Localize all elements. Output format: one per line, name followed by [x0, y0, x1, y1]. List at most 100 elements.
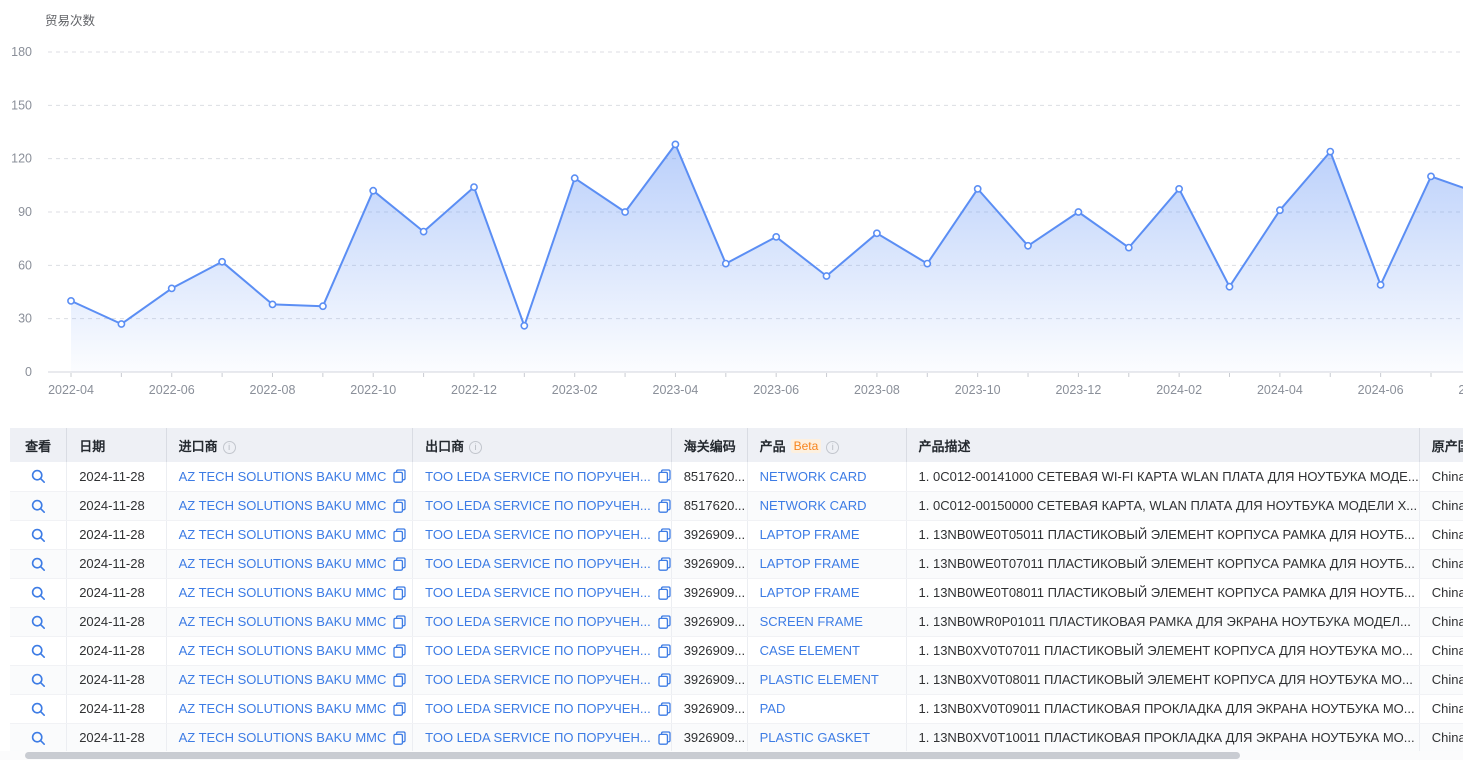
svg-text:2023-12: 2023-12 — [1055, 383, 1101, 397]
importer-link[interactable]: AZ TECH SOLUTIONS BAKU MMC — [179, 730, 387, 745]
exporter-link[interactable]: TOO LEDA SERVICE ПО ПОРУЧЕН... — [425, 730, 651, 745]
hs-code-cell: 8517620... — [671, 462, 747, 491]
exporter-link[interactable]: TOO LEDA SERVICE ПО ПОРУЧЕН... — [425, 498, 651, 513]
view-button[interactable] — [31, 586, 46, 601]
hs-code-cell: 3926909... — [671, 694, 747, 723]
header-exporter: 出口商 — [413, 428, 672, 462]
copy-icon[interactable] — [393, 731, 406, 745]
view-cell — [10, 578, 67, 607]
product-link[interactable]: LAPTOP FRAME — [760, 527, 860, 542]
header-origin: 原产国 — [1419, 428, 1463, 462]
hs-code-cell: 3926909... — [671, 549, 747, 578]
importer-link[interactable]: AZ TECH SOLUTIONS BAKU MMC — [179, 498, 387, 513]
view-button[interactable] — [31, 702, 46, 717]
copy-icon[interactable] — [658, 528, 671, 542]
importer-cell: AZ TECH SOLUTIONS BAKU MMC — [166, 520, 413, 549]
importer-link[interactable]: AZ TECH SOLUTIONS BAKU MMC — [179, 643, 387, 658]
beta-badge: Beta — [791, 439, 822, 453]
exporter-link[interactable]: TOO LEDA SERVICE ПО ПОРУЧЕН... — [425, 701, 651, 716]
importer-link[interactable]: AZ TECH SOLUTIONS BAKU MMC — [179, 614, 387, 629]
product-link[interactable]: NETWORK CARD — [760, 469, 867, 484]
view-button[interactable] — [31, 731, 46, 746]
description-cell: 1. 0C012-00141000 СЕТЕВАЯ WI-FI КАРТА WL… — [906, 462, 1419, 491]
product-cell: NETWORK CARD — [747, 462, 906, 491]
description-cell: 1. 13NB0XV0T10011 ПЛАСТИКОВАЯ ПРОКЛАДКА … — [906, 723, 1419, 752]
copy-icon[interactable] — [658, 469, 671, 483]
copy-icon[interactable] — [393, 673, 406, 687]
copy-icon[interactable] — [658, 644, 671, 658]
exporter-link[interactable]: TOO LEDA SERVICE ПО ПОРУЧЕН... — [425, 585, 651, 600]
importer-link[interactable]: AZ TECH SOLUTIONS BAKU MMC — [179, 672, 387, 687]
copy-icon[interactable] — [393, 586, 406, 600]
description-cell: 1. 13NB0XV0T07011 ПЛАСТИКОВЫЙ ЭЛЕМЕНТ КО… — [906, 636, 1419, 665]
importer-info-icon[interactable] — [223, 441, 236, 454]
exporter-link[interactable]: TOO LEDA SERVICE ПО ПОРУЧЕН... — [425, 672, 651, 687]
product-link[interactable]: NETWORK CARD — [760, 498, 867, 513]
copy-icon[interactable] — [393, 644, 406, 658]
exporter-link[interactable]: TOO LEDA SERVICE ПО ПОРУЧЕН... — [425, 556, 651, 571]
product-link[interactable]: PLASTIC GASKET — [760, 730, 871, 745]
svg-text:2022-10: 2022-10 — [350, 383, 396, 397]
view-button[interactable] — [31, 615, 46, 630]
view-cell — [10, 665, 67, 694]
origin-cell: China — [1419, 665, 1463, 694]
copy-icon[interactable] — [393, 499, 406, 513]
magnifier-icon — [31, 528, 46, 543]
importer-link[interactable]: AZ TECH SOLUTIONS BAKU MMC — [179, 469, 387, 484]
trade-frequency-chart: 贸易次数 03060901201501802022-042022-062022-… — [0, 0, 1463, 412]
copy-icon[interactable] — [658, 586, 671, 600]
product-link[interactable]: SCREEN FRAME — [760, 614, 863, 629]
exporter-link[interactable]: TOO LEDA SERVICE ПО ПОРУЧЕН... — [425, 469, 651, 484]
product-link[interactable]: LAPTOP FRAME — [760, 556, 860, 571]
copy-icon[interactable] — [393, 702, 406, 716]
view-button[interactable] — [31, 673, 46, 688]
magnifier-icon — [31, 673, 46, 688]
header-date: 日期 — [67, 428, 166, 462]
date-cell: 2024-11-28 — [67, 694, 166, 723]
view-button[interactable] — [31, 469, 46, 484]
exporter-link[interactable]: TOO LEDA SERVICE ПО ПОРУЧЕН... — [425, 614, 651, 629]
hs-code-cell: 8517620... — [671, 491, 747, 520]
copy-icon[interactable] — [658, 557, 671, 571]
product-cell: NETWORK CARD — [747, 491, 906, 520]
product-cell: CASE ELEMENT — [747, 636, 906, 665]
view-button[interactable] — [31, 499, 46, 514]
product-link[interactable]: CASE ELEMENT — [760, 643, 860, 658]
copy-icon[interactable] — [658, 702, 671, 716]
exporter-cell: TOO LEDA SERVICE ПО ПОРУЧЕН... — [413, 520, 672, 549]
importer-link[interactable]: AZ TECH SOLUTIONS BAKU MMC — [179, 585, 387, 600]
copy-icon[interactable] — [658, 499, 671, 513]
copy-icon[interactable] — [393, 469, 406, 483]
view-button[interactable] — [31, 557, 46, 572]
svg-text:2023-04: 2023-04 — [653, 383, 699, 397]
view-cell — [10, 520, 67, 549]
exporter-cell: TOO LEDA SERVICE ПО ПОРУЧЕН... — [413, 607, 672, 636]
copy-icon[interactable] — [393, 528, 406, 542]
importer-link[interactable]: AZ TECH SOLUTIONS BAKU MMC — [179, 527, 387, 542]
product-cell: PLASTIC GASKET — [747, 723, 906, 752]
svg-text:60: 60 — [18, 258, 32, 272]
copy-icon[interactable] — [658, 673, 671, 687]
magnifier-icon — [31, 586, 46, 601]
svg-text:2022-06: 2022-06 — [149, 383, 195, 397]
table-row: 2024-11-28 AZ TECH SOLUTIONS BAKU MMC TO… — [10, 607, 1463, 636]
exporter-link[interactable]: TOO LEDA SERVICE ПО ПОРУЧЕН... — [425, 643, 651, 658]
importer-link[interactable]: AZ TECH SOLUTIONS BAKU MMC — [179, 556, 387, 571]
view-button[interactable] — [31, 528, 46, 543]
product-link[interactable]: PAD — [760, 701, 786, 716]
copy-icon[interactable] — [658, 615, 671, 629]
importer-cell: AZ TECH SOLUTIONS BAKU MMC — [166, 694, 413, 723]
product-info-icon[interactable] — [826, 441, 839, 454]
copy-icon[interactable] — [393, 615, 406, 629]
svg-text:0: 0 — [25, 365, 32, 379]
exporter-info-icon[interactable] — [469, 441, 482, 454]
copy-icon[interactable] — [658, 731, 671, 745]
importer-link[interactable]: AZ TECH SOLUTIONS BAKU MMC — [179, 701, 387, 716]
horizontal-scrollbar-thumb[interactable] — [25, 752, 1240, 759]
copy-icon[interactable] — [393, 557, 406, 571]
view-button[interactable] — [31, 644, 46, 659]
product-link[interactable]: PLASTIC ELEMENT — [760, 672, 879, 687]
exporter-link[interactable]: TOO LEDA SERVICE ПО ПОРУЧЕН... — [425, 527, 651, 542]
svg-text:120: 120 — [11, 152, 32, 166]
product-link[interactable]: LAPTOP FRAME — [760, 585, 860, 600]
